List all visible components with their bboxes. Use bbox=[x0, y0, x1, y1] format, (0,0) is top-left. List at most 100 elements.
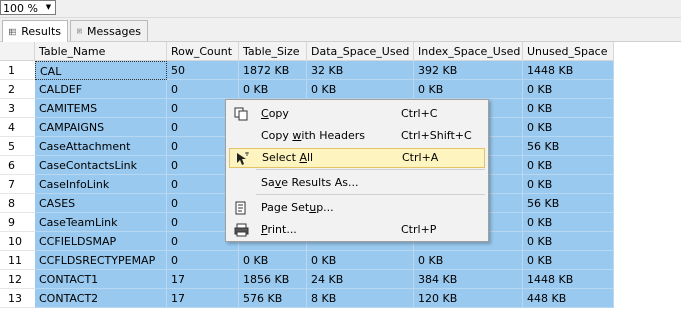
print-icon bbox=[234, 223, 249, 237]
grid-cell[interactable]: 0 KB bbox=[523, 213, 614, 232]
grid-cell[interactable]: 120 KB bbox=[414, 289, 523, 308]
grid-cell[interactable]: 0 KB bbox=[239, 251, 307, 270]
menu-item-label: Copy bbox=[261, 107, 289, 120]
results-tabbar: Results Messages bbox=[0, 18, 681, 42]
menu-item-copy-with-headers[interactable]: Copy with Headers Ctrl+Shift+C bbox=[229, 126, 485, 146]
column-header-row-count[interactable]: Row_Count bbox=[167, 42, 239, 61]
grid-cell[interactable]: 50 bbox=[167, 61, 239, 80]
menu-item-label: Print... bbox=[261, 223, 297, 236]
menu-item-label: Select All bbox=[262, 151, 314, 164]
grid-cell[interactable]: 576 KB bbox=[239, 289, 307, 308]
grid-cell[interactable]: 17 bbox=[167, 270, 239, 289]
row-number[interactable]: 7 bbox=[0, 175, 35, 194]
menu-separator bbox=[256, 194, 485, 195]
context-menu: Copy Ctrl+C Copy with Headers Ctrl+Shift+C S… bbox=[225, 99, 489, 242]
grid-cell[interactable]: CaseInfoLink bbox=[35, 175, 167, 194]
grid-cell[interactable]: 0 KB bbox=[523, 156, 614, 175]
menu-item-shortcut: Ctrl+A bbox=[402, 151, 439, 164]
grid-cell[interactable]: 1448 KB bbox=[523, 270, 614, 289]
tab-results-label: Results bbox=[21, 25, 61, 38]
menu-separator bbox=[256, 169, 485, 170]
menu-item-label: Copy with Headers bbox=[261, 129, 366, 142]
menu-item-shortcut: Ctrl+C bbox=[401, 107, 438, 120]
row-number[interactable]: 1 bbox=[0, 61, 35, 80]
grid-corner[interactable] bbox=[0, 42, 35, 61]
grid-cell[interactable]: CaseContactsLink bbox=[35, 156, 167, 175]
messages-icon bbox=[77, 28, 83, 34]
grid-cell[interactable]: 392 KB bbox=[414, 61, 523, 80]
row-number[interactable]: 6 bbox=[0, 156, 35, 175]
grid-cell[interactable]: CCFLDSRECTYPEMAP bbox=[35, 251, 167, 270]
row-number[interactable]: 4 bbox=[0, 118, 35, 137]
grid-cell[interactable]: 1856 KB bbox=[239, 270, 307, 289]
chevron-down-icon[interactable]: ▼ bbox=[42, 1, 55, 14]
row-number[interactable]: 2 bbox=[0, 80, 35, 99]
tab-messages-label: Messages bbox=[87, 24, 141, 38]
tab-results[interactable]: Results bbox=[2, 20, 68, 42]
grid-cell[interactable]: 1872 KB bbox=[239, 61, 307, 80]
menu-item-page-setup[interactable]: Page Setup... bbox=[229, 198, 485, 218]
select-all-icon bbox=[235, 152, 250, 166]
row-number[interactable]: 3 bbox=[0, 99, 35, 118]
row-number[interactable]: 9 bbox=[0, 213, 35, 232]
grid-cell[interactable]: CaseAttachment bbox=[35, 137, 167, 156]
grid-cell[interactable]: 0 KB bbox=[523, 80, 614, 99]
grid-cell[interactable]: 0 KB bbox=[523, 175, 614, 194]
grid-cell[interactable]: CAMPAIGNS bbox=[35, 118, 167, 137]
zoom-toolbar: 100 % ▼ bbox=[0, 0, 681, 18]
tab-messages[interactable]: Messages bbox=[70, 20, 148, 41]
grid-cell[interactable]: 0 KB bbox=[523, 232, 614, 251]
menu-item-save-results-as[interactable]: Save Results As... bbox=[229, 173, 485, 193]
grid-cell[interactable]: 24 KB bbox=[307, 270, 414, 289]
row-number[interactable]: 10 bbox=[0, 232, 35, 251]
zoom-select[interactable]: 100 % ▼ bbox=[0, 0, 56, 15]
menu-item-print[interactable]: Print... Ctrl+P bbox=[229, 220, 485, 240]
grid-icon bbox=[9, 28, 17, 35]
grid-cell[interactable]: 56 KB bbox=[523, 194, 614, 213]
grid-cell[interactable]: 56 KB bbox=[523, 137, 614, 156]
copy-icon bbox=[234, 107, 249, 121]
row-number[interactable]: 13 bbox=[0, 289, 35, 308]
grid-cell[interactable]: CaseTeamLink bbox=[35, 213, 167, 232]
menu-item-shortcut: Ctrl+Shift+C bbox=[401, 129, 472, 142]
row-number[interactable]: 5 bbox=[0, 137, 35, 156]
grid-cell[interactable]: CAMITEMS bbox=[35, 99, 167, 118]
row-number[interactable]: 12 bbox=[0, 270, 35, 289]
grid-cell[interactable]: CALDEF bbox=[35, 80, 167, 99]
grid-cell[interactable]: 0 KB bbox=[414, 251, 523, 270]
grid-cell[interactable]: CASES bbox=[35, 194, 167, 213]
row-number[interactable]: 8 bbox=[0, 194, 35, 213]
menu-item-label: Save Results As... bbox=[261, 176, 359, 189]
column-header-unused-space[interactable]: Unused_Space bbox=[523, 42, 614, 61]
grid-cell[interactable]: 17 bbox=[167, 289, 239, 308]
grid-cell[interactable]: 0 KB bbox=[307, 251, 414, 270]
grid-cell[interactable]: 32 KB bbox=[307, 61, 414, 80]
grid-cell[interactable]: 0 KB bbox=[523, 118, 614, 137]
grid-cell[interactable]: CAL bbox=[35, 61, 167, 80]
row-number[interactable]: 11 bbox=[0, 251, 35, 270]
menu-item-copy[interactable]: Copy Ctrl+C bbox=[229, 104, 485, 124]
grid-cell[interactable]: CONTACT1 bbox=[35, 270, 167, 289]
column-header-index-space-used[interactable]: Index_Space_Used bbox=[414, 42, 523, 61]
grid-cell[interactable]: CCFIELDSMAP bbox=[35, 232, 167, 251]
grid-cell[interactable]: 0 bbox=[167, 251, 239, 270]
grid-cell[interactable]: 0 KB bbox=[414, 80, 523, 99]
grid-cell[interactable]: 0 KB bbox=[307, 80, 414, 99]
column-header-table-name[interactable]: Table_Name bbox=[35, 42, 167, 61]
column-header-data-space-used[interactable]: Data_Space_Used bbox=[307, 42, 414, 61]
grid-cell[interactable]: 1448 KB bbox=[523, 61, 614, 80]
page-setup-icon bbox=[234, 201, 249, 215]
grid-cell[interactable]: 0 KB bbox=[523, 99, 614, 118]
grid-cell[interactable]: 384 KB bbox=[414, 270, 523, 289]
menu-item-shortcut: Ctrl+P bbox=[401, 223, 437, 236]
grid-cell[interactable]: 0 KB bbox=[523, 251, 614, 270]
menu-item-label: Page Setup... bbox=[261, 201, 334, 214]
grid-cell[interactable]: 8 KB bbox=[307, 289, 414, 308]
zoom-value: 100 % bbox=[3, 2, 38, 15]
menu-item-select-all[interactable]: Select All Ctrl+A bbox=[229, 148, 485, 168]
grid-cell[interactable]: CONTACT2 bbox=[35, 289, 167, 308]
grid-cell[interactable]: 0 KB bbox=[239, 80, 307, 99]
grid-cell[interactable]: 448 KB bbox=[523, 289, 614, 308]
grid-cell[interactable]: 0 bbox=[167, 80, 239, 99]
column-header-table-size[interactable]: Table_Size bbox=[239, 42, 307, 61]
